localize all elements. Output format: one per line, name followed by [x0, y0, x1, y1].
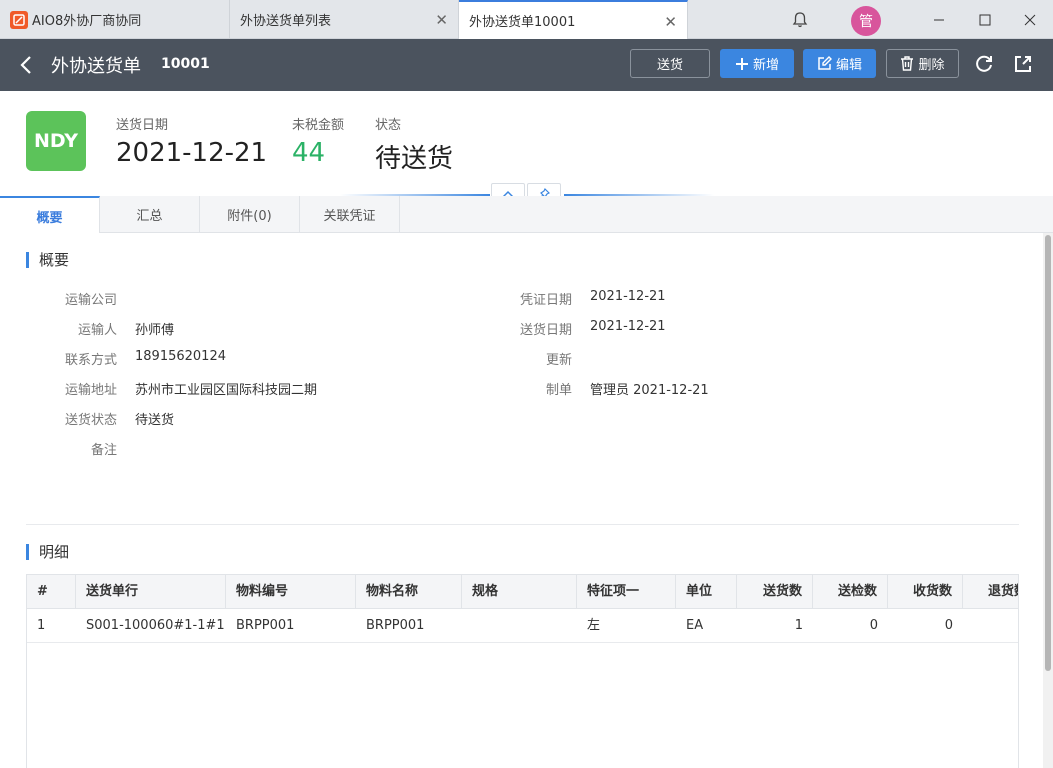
- content-area: 概要 运输公司 运输人 孙师傅 联系方式 18915620124 运输地址 苏州…: [0, 233, 1043, 768]
- detail-tabs: 概要 汇总 附件(0) 关联凭证: [0, 196, 1053, 234]
- window-tab-list[interactable]: 外协送货单列表 ✕: [230, 0, 459, 39]
- window-tab-home[interactable]: AIO8外协厂商协同: [0, 0, 230, 39]
- column-header[interactable]: 物料编号: [226, 575, 356, 609]
- table-cell: EA: [686, 618, 704, 633]
- column-header[interactable]: 送货数: [737, 575, 813, 609]
- table-cell: BRPP001: [366, 618, 425, 633]
- plus-icon: [735, 57, 748, 70]
- delivery-date-label: 送货日期: [116, 118, 169, 133]
- summary-panel: NDY 送货日期 2021-12-21 未税金额 44 状态 待送货: [0, 91, 1053, 205]
- vertical-scrollbar[interactable]: [1043, 233, 1053, 768]
- document-number: 10001: [161, 56, 210, 72]
- column-header[interactable]: 物料名称: [356, 575, 462, 609]
- page-title: 外协送货单: [51, 56, 141, 77]
- table-header: # 送货单行 物料编号 物料名称 规格 特征项一 单位 送货数 送检数 收货数 …: [27, 575, 1018, 609]
- field-value: 待送货: [135, 413, 175, 428]
- status-value: 待送货: [375, 144, 454, 174]
- field-value: 管理员 2021-12-21: [590, 383, 709, 398]
- field-label: 送货日期: [519, 323, 572, 338]
- window-tab-current[interactable]: 外协送货单10001 ✕: [459, 0, 688, 39]
- column-header[interactable]: 退货数: [963, 575, 1018, 609]
- window-close-icon[interactable]: [1007, 0, 1053, 39]
- field-label: 制单: [545, 383, 572, 398]
- supplier-badge: NDY: [26, 111, 86, 171]
- amount-value: 44: [292, 138, 326, 168]
- section-title-overview: 概要: [26, 252, 69, 268]
- back-arrow-icon[interactable]: [17, 54, 37, 76]
- add-button-label: 新增: [752, 58, 779, 73]
- bell-icon[interactable]: [777, 0, 823, 39]
- window-tab-bar: AIO8外协厂商协同 外协送货单列表 ✕ 外协送货单10001 ✕ 管: [0, 0, 1053, 39]
- table-cell: 左: [587, 618, 601, 633]
- scrollbar-thumb[interactable]: [1045, 235, 1051, 671]
- edit-button[interactable]: 编辑: [803, 49, 876, 78]
- table-cell: 1: [794, 618, 803, 633]
- table-cell: [963, 609, 1018, 643]
- app-logo-icon: [10, 10, 28, 29]
- amount-label: 未税金额: [292, 118, 345, 133]
- trash-icon: [901, 56, 914, 71]
- table-cell: 1: [37, 618, 46, 633]
- delete-button-label: 删除: [918, 58, 945, 73]
- column-header[interactable]: #: [27, 575, 76, 609]
- column-header[interactable]: 规格: [462, 575, 577, 609]
- field-label: 备注: [90, 443, 117, 458]
- table-cell: 0: [869, 618, 878, 633]
- column-header[interactable]: 送检数: [813, 575, 888, 609]
- section-title-detail: 明细: [26, 544, 69, 560]
- edit-icon: [818, 56, 832, 70]
- deliver-button-label: 送货: [656, 58, 683, 73]
- table-cell: [462, 609, 577, 643]
- window-tab-label: 外协送货单10001: [469, 15, 576, 30]
- edit-button-label: 编辑: [835, 58, 862, 73]
- add-button[interactable]: 新增: [720, 49, 794, 78]
- window-tab-label: 外协送货单列表: [240, 14, 332, 29]
- close-icon[interactable]: ✕: [435, 11, 448, 29]
- tab-related-vouchers[interactable]: 关联凭证: [300, 196, 400, 233]
- field-label: 送货状态: [64, 413, 117, 428]
- table-cell: BRPP001: [236, 618, 295, 633]
- column-header[interactable]: 收货数: [888, 575, 963, 609]
- window-tab-label: AIO8外协厂商协同: [32, 14, 142, 29]
- page-header: 外协送货单 10001 送货 新增 编辑 删除: [0, 39, 1053, 91]
- column-header[interactable]: 送货单行: [76, 575, 226, 609]
- column-header[interactable]: 特征项一: [577, 575, 676, 609]
- tab-overview[interactable]: 概要: [0, 196, 100, 234]
- divider: [26, 524, 1019, 525]
- column-header[interactable]: 单位: [676, 575, 737, 609]
- table-row[interactable]: 1 S001-100060#1-1#1 BRPP001 BRPP001 左 EA…: [27, 609, 1018, 643]
- field-label: 凭证日期: [519, 293, 572, 308]
- table-cell: 0: [944, 618, 953, 633]
- deliver-button[interactable]: 送货: [630, 49, 710, 78]
- tab-attachments[interactable]: 附件(0): [200, 196, 300, 233]
- detail-table: # 送货单行 物料编号 物料名称 规格 特征项一 单位 送货数 送检数 收货数 …: [26, 574, 1019, 768]
- close-icon[interactable]: ✕: [664, 13, 677, 31]
- delete-button[interactable]: 删除: [886, 49, 959, 78]
- delivery-date-value: 2021-12-21: [116, 138, 268, 168]
- maximize-icon[interactable]: [962, 0, 1008, 39]
- tab-summary[interactable]: 汇总: [100, 196, 200, 233]
- share-export-icon[interactable]: [1012, 53, 1034, 75]
- field-value: 2021-12-21: [590, 289, 666, 304]
- minimize-icon[interactable]: [916, 0, 962, 39]
- status-label: 状态: [375, 118, 402, 133]
- table-cell: S001-100060#1-1#1: [86, 618, 225, 633]
- refresh-icon[interactable]: [973, 53, 995, 75]
- field-label: 更新: [545, 353, 572, 368]
- avatar[interactable]: 管: [851, 6, 881, 36]
- field-value: 2021-12-21: [590, 319, 666, 334]
